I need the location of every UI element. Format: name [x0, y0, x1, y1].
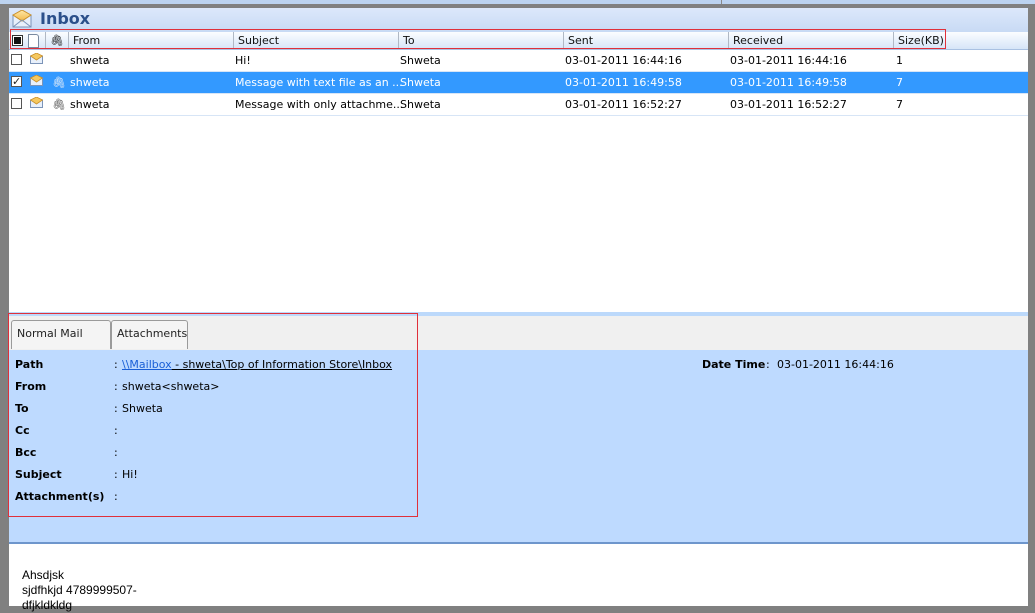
envelope-icon — [30, 75, 43, 86]
from-value: shweta<shweta> — [122, 380, 220, 393]
divider — [721, 0, 722, 4]
subject-value: Hi! — [122, 468, 138, 481]
column-header-subject[interactable]: Subject — [233, 32, 398, 49]
column-header-attachment[interactable]: 🖇 — [45, 32, 67, 49]
row-checkbox[interactable] — [11, 54, 22, 65]
body-line: dfjkldkldg — [22, 598, 73, 612]
bcc-label: Bcc — [15, 446, 37, 459]
cell-received: 03-01-2011 16:52:27 — [730, 98, 847, 111]
message-body[interactable]: Ahsdjsk sjdfhkjd 4789999507- dfjkldkldg — [9, 544, 1028, 612]
colon: : — [114, 446, 118, 459]
envelope-icon — [30, 53, 43, 64]
cell-size: 1 — [896, 54, 903, 67]
attachments-label: Attachment(s) — [15, 490, 105, 503]
column-header-from[interactable]: From — [68, 32, 233, 49]
datetime-label: Date Time — [702, 358, 766, 371]
title-bar: Inbox — [9, 8, 1028, 32]
cell-subject: Hi! — [235, 54, 251, 67]
path-label: Path — [15, 358, 44, 371]
table-row[interactable]: shweta Hi! Shweta 03-01-2011 16:44:16 03-01-… — [9, 50, 1028, 72]
paperclip-icon: 🖇 — [50, 34, 64, 47]
colon: : — [114, 468, 118, 481]
row-checkbox[interactable] — [11, 71, 22, 92]
colon: : — [114, 358, 118, 371]
cell-subject: Message with text file as an ... — [235, 76, 403, 89]
inbox-envelope-icon — [12, 10, 32, 28]
cell-size: 7 — [896, 98, 903, 111]
mail-viewer-window: Inbox 🖇 From Subject To Sent Received Si… — [9, 8, 1028, 612]
body-line: Ahsdjsk — [22, 568, 65, 582]
tab-normal-mail-view[interactable]: Normal Mail View — [11, 320, 111, 366]
tab-attachments[interactable]: Attachments — [111, 320, 188, 349]
to-value: Shweta — [122, 402, 163, 415]
subject-label: Subject — [15, 468, 62, 481]
cell-from: shweta — [70, 54, 110, 67]
message-details-panel: Path : \\Mailbox - shweta\Top of Informa… — [9, 350, 1028, 544]
path-rest: - shweta\Top of Information Store\Inbox — [171, 358, 393, 371]
cell-from: shweta — [70, 98, 110, 111]
body-line: sjdfhkjd 4789999507- — [22, 583, 137, 597]
mailbox-link[interactable]: \\Mailbox — [122, 358, 172, 371]
cell-sent: 03-01-2011 16:49:58 — [565, 76, 682, 89]
column-header-size[interactable]: Size(KB) — [893, 32, 1028, 49]
background-window-strip — [0, 0, 1035, 4]
path-value: \\Mailbox - shweta\Top of Information St… — [122, 358, 392, 371]
column-header-sent[interactable]: Sent — [563, 32, 728, 49]
table-row[interactable]: 🖇 shweta Message with only attachme... Shwe… — [9, 94, 1028, 116]
table-row[interactable]: 🖇 shweta Message with text file as an ...S… — [9, 71, 1028, 94]
column-header-received[interactable]: Received — [728, 32, 893, 49]
paperclip-icon: 🖇 — [52, 76, 66, 89]
colon: : — [766, 358, 770, 371]
envelope-icon — [30, 97, 43, 108]
cell-received: 03-01-2011 16:49:58 — [730, 76, 847, 89]
cell-received: 03-01-2011 16:44:16 — [730, 54, 847, 67]
page-title: Inbox — [40, 9, 91, 28]
cell-to: Shweta — [400, 54, 441, 67]
view-tabs: Normal Mail View Attachments — [9, 316, 1028, 366]
cell-size: 7 — [896, 76, 903, 89]
datetime-value: 03-01-2011 16:44:16 — [777, 358, 894, 371]
row-checkbox[interactable] — [11, 98, 22, 109]
colon: : — [114, 380, 118, 393]
select-all-checkbox[interactable] — [12, 35, 23, 46]
cell-sent: 03-01-2011 16:44:16 — [565, 54, 682, 67]
cell-to: Shweta — [400, 98, 441, 111]
message-list-header: 🖇 From Subject To Sent Received Size(KB) — [9, 32, 1028, 50]
colon: : — [114, 490, 118, 503]
colon: : — [114, 402, 118, 415]
cell-sent: 03-01-2011 16:52:27 — [565, 98, 682, 111]
column-header-to[interactable]: To — [398, 32, 563, 49]
to-label: To — [15, 402, 29, 415]
cc-label: Cc — [15, 424, 30, 437]
document-icon — [28, 34, 39, 48]
cell-from: shweta — [70, 76, 110, 89]
from-label: From — [15, 380, 47, 393]
cell-subject: Message with only attachme... — [235, 98, 404, 111]
paperclip-icon: 🖇 — [52, 98, 66, 111]
cell-to: Shweta — [400, 76, 441, 89]
colon: : — [114, 424, 118, 437]
